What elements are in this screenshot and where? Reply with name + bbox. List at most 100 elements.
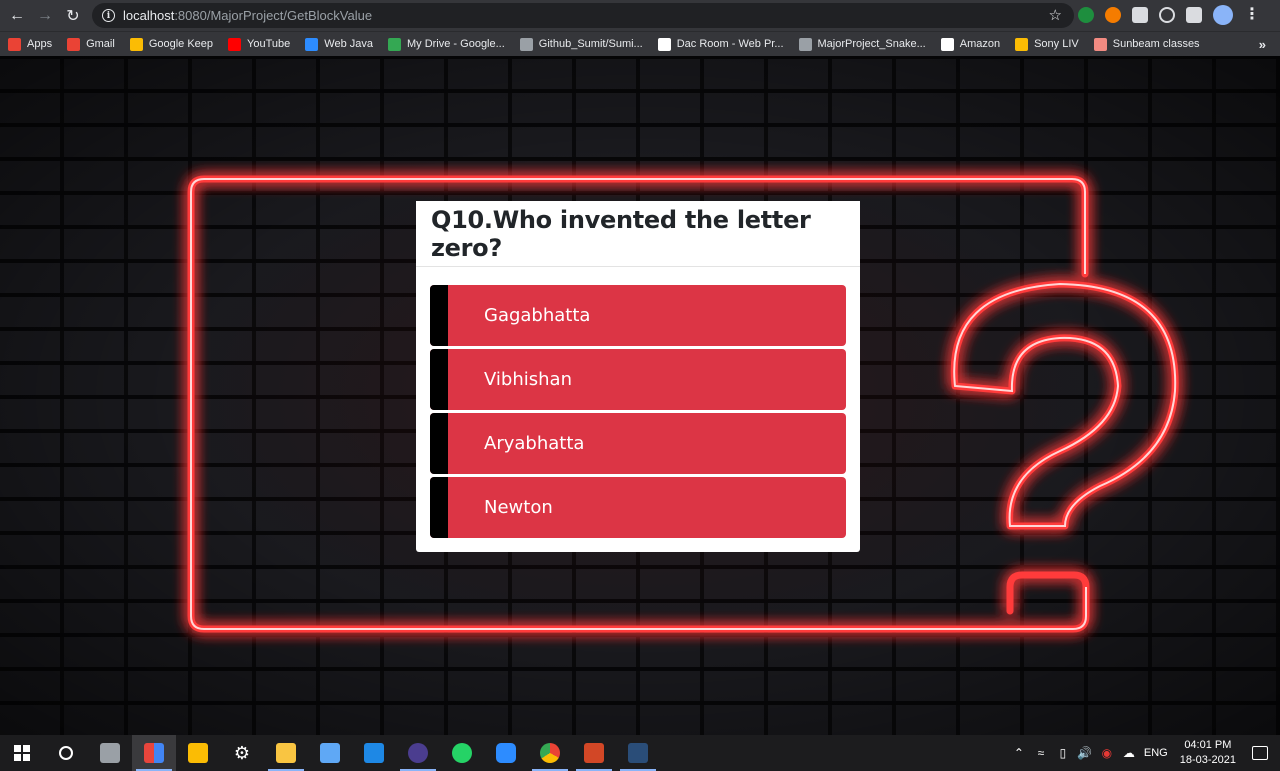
bookmark-label: Web Java — [324, 38, 373, 50]
bookmark-favicon-icon — [798, 37, 812, 51]
bookmark-favicon-icon — [228, 37, 242, 51]
taskbar-app-active[interactable] — [132, 735, 176, 771]
bookmark-item[interactable]: My Drive - Google... — [387, 37, 505, 51]
battery-icon[interactable]: ▯ — [1056, 746, 1070, 760]
extension-react-icon[interactable] — [1159, 7, 1175, 23]
browser-toolbar: ← → ↻ i localhost:8080/MajorProject/GetB… — [0, 0, 1280, 31]
clock[interactable]: 04:01 PM 18-03-2021 — [1180, 738, 1236, 768]
bookmark-item[interactable]: Amazon — [940, 37, 1001, 51]
option-radio-indicator[interactable] — [430, 349, 448, 410]
taskbar-3d-viewer[interactable] — [308, 735, 352, 771]
url-host: localhost — [123, 8, 175, 23]
option-radio-indicator[interactable] — [430, 413, 448, 474]
sticky-notes-icon — [188, 743, 208, 763]
answer-option-3[interactable]: Aryabhatta — [430, 413, 846, 474]
notification-center-icon[interactable] — [1252, 746, 1268, 760]
cloud-icon[interactable]: ☁ — [1122, 746, 1136, 760]
bookmark-item[interactable]: Web Java — [305, 37, 373, 51]
bookmark-item[interactable]: Sony LIV — [1015, 37, 1079, 51]
bookmark-label: Dac Room - Web Pr... — [676, 38, 784, 50]
taskbar-powerpoint[interactable] — [572, 735, 616, 771]
whatsapp-icon — [452, 743, 472, 763]
taskbar-whatsapp[interactable] — [440, 735, 484, 771]
extension-green-icon[interactable] — [1078, 7, 1094, 23]
bookmark-label: Amazon — [959, 38, 1001, 50]
antivirus-icon[interactable]: ◉ — [1100, 746, 1114, 760]
reload-icon[interactable]: ↻ — [62, 5, 84, 27]
app-icon — [144, 743, 164, 763]
taskbar-vscode[interactable] — [352, 735, 396, 771]
clock-date: 18-03-2021 — [1179, 754, 1236, 766]
bookmark-item[interactable]: Github_Sumit/Sumi... — [519, 37, 643, 51]
extensions-area: ⋮ — [1078, 5, 1260, 25]
option-label: Aryabhatta — [484, 433, 585, 454]
option-radio-indicator[interactable] — [430, 285, 448, 346]
taskbar-camera[interactable] — [88, 735, 132, 771]
option-label: Vibhishan — [484, 369, 572, 390]
option-label: Newton — [484, 497, 553, 518]
extensions-puzzle-icon[interactable] — [1186, 7, 1202, 23]
info-icon[interactable]: i — [102, 9, 115, 22]
menu-kebab-icon[interactable]: ⋮ — [1244, 7, 1260, 23]
url-path: :8080/MajorProject/GetBlockValue — [174, 8, 373, 23]
search-button[interactable] — [44, 735, 88, 771]
taskbar-eclipse[interactable] — [396, 735, 440, 771]
question-text: Q10.Who invented the letter zero? — [431, 205, 811, 262]
bookmark-label: Apps — [27, 38, 53, 50]
bookmark-label: Github_Sumit/Sumi... — [538, 38, 643, 50]
bookmark-label: Google Keep — [148, 38, 214, 50]
bookmarks-more-button[interactable]: » — [1259, 37, 1266, 52]
powerpoint-icon — [584, 743, 604, 763]
chrome-icon — [540, 743, 560, 763]
bookmark-favicon-icon — [67, 37, 81, 51]
language-indicator[interactable]: ENG — [1144, 747, 1168, 759]
bookmark-item[interactable]: Google Keep — [129, 37, 214, 51]
bookmark-label: Gmail — [86, 38, 115, 50]
taskbar-chrome[interactable] — [528, 735, 572, 771]
bookmark-favicon-icon — [387, 37, 401, 51]
address-bar[interactable]: i localhost:8080/MajorProject/GetBlockVa… — [92, 3, 1074, 28]
bookmark-item[interactable]: YouTube — [228, 37, 290, 51]
bookmark-star-icon[interactable]: ☆ — [1049, 6, 1062, 24]
extension-camera-icon[interactable] — [1132, 7, 1148, 23]
bookmark-label: My Drive - Google... — [406, 38, 505, 50]
option-radio-indicator[interactable] — [430, 477, 448, 538]
bookmark-favicon-icon — [1015, 37, 1029, 51]
extension-orange-icon[interactable] — [1105, 7, 1121, 23]
taskbar-settings[interactable]: ⚙ — [220, 735, 264, 771]
vscode-icon — [364, 743, 384, 763]
bookmark-item[interactable]: Apps — [8, 37, 53, 51]
taskbar-file-explorer[interactable] — [264, 735, 308, 771]
clock-time: 04:01 PM — [1184, 739, 1232, 751]
back-icon[interactable]: ← — [6, 5, 28, 27]
bookmark-favicon-icon — [940, 37, 954, 51]
bookmark-favicon-icon — [1093, 37, 1107, 51]
bookmark-favicon-icon — [519, 37, 533, 51]
bookmark-item[interactable]: Gmail — [67, 37, 115, 51]
bookmark-item[interactable]: Dac Room - Web Pr... — [657, 37, 784, 51]
answer-option-2[interactable]: Vibhishan — [430, 349, 846, 410]
bookmark-label: Sony LIV — [1034, 38, 1079, 50]
volume-icon[interactable]: 🔊 — [1077, 746, 1092, 760]
start-button[interactable] — [0, 735, 44, 771]
bookmark-favicon-icon — [129, 37, 143, 51]
search-icon — [59, 746, 73, 760]
forward-icon[interactable]: → — [34, 5, 56, 27]
bookmark-item[interactable]: Sunbeam classes — [1093, 37, 1200, 51]
cube-icon — [320, 743, 340, 763]
chevron-up-icon[interactable]: ⌃ — [1012, 746, 1026, 760]
bookmarks-bar: Apps Gmail Google Keep YouTube Web Java My Dr… — [0, 31, 1280, 56]
profile-avatar-icon[interactable] — [1213, 5, 1233, 25]
answer-option-1[interactable]: Gagabhatta — [430, 285, 846, 346]
bookmark-favicon-icon — [305, 37, 319, 51]
bookmark-favicon-icon — [657, 37, 671, 51]
answer-option-4[interactable]: Newton — [430, 477, 846, 538]
bookmark-favicon-icon — [8, 37, 21, 51]
taskbar-sticky-notes[interactable] — [176, 735, 220, 771]
bookmark-item[interactable]: MajorProject_Snake... — [798, 37, 926, 51]
taskbar-zoom[interactable] — [484, 735, 528, 771]
taskbar-sql-workbench[interactable] — [616, 735, 660, 771]
wifi-icon[interactable]: ≈ — [1034, 746, 1048, 760]
system-tray: ⌃ ≈ ▯ 🔊 ◉ ☁ ENG 04:01 PM 18-03-2021 — [1008, 735, 1280, 771]
answer-options: Gagabhatta Vibhishan Aryabhatta Newton — [416, 267, 860, 538]
